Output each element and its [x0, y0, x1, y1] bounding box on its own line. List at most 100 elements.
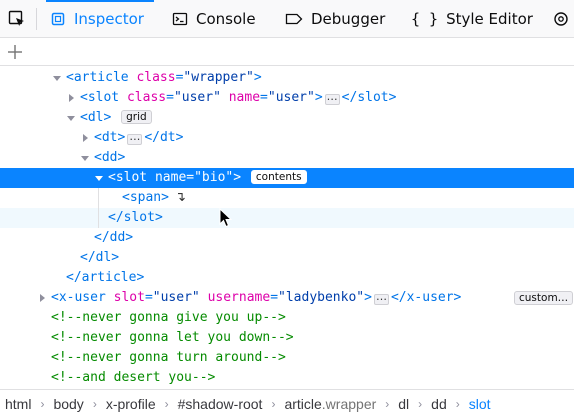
expand-ellipsis-button[interactable]: … — [127, 131, 143, 145]
attr-name: name — [228, 90, 261, 105]
tag-name: dd — [101, 150, 118, 165]
tag-name: article — [73, 70, 129, 85]
collapse-twisty-icon[interactable] — [94, 168, 104, 188]
tree-node-span[interactable]: <span> ↴ — [0, 188, 574, 208]
tab-style-editor-label: Style Editor — [446, 10, 533, 28]
breadcrumb-label: body — [53, 396, 84, 412]
tree-node-dl[interactable]: <dl> grid — [0, 108, 574, 128]
breadcrumb-label: dd — [431, 396, 447, 412]
breadcrumb-item-dl[interactable]: dl — [398, 396, 409, 412]
breadcrumb-label: x-profile — [105, 396, 156, 412]
toolbar-separator — [36, 8, 37, 30]
tree-node-dl-close[interactable]: </dl> — [0, 248, 574, 268]
tree-node-comment[interactable]: <!--never gonna give you up--> — [0, 308, 574, 328]
tree-node-slot-user[interactable]: <slot class="user" name="user">… </slot> — [0, 88, 574, 108]
element-picker-button[interactable] — [0, 0, 34, 38]
comment-text: <!--and desert you--> — [51, 370, 216, 385]
tree-node-comment[interactable]: <!--and desert you--> — [0, 368, 574, 388]
breadcrumb-item-slot[interactable]: slot — [469, 396, 491, 412]
attr-name: name — [154, 170, 187, 185]
breadcrumb-item-dd[interactable]: dd — [431, 396, 447, 412]
breadcrumb-label: html — [5, 396, 32, 412]
tree-node-comment[interactable]: <!--never gonna turn around--> — [0, 348, 574, 368]
chevron-right-icon: › — [164, 397, 169, 411]
breadcrumb-label: article — [284, 396, 322, 412]
indent-guide — [98, 188, 99, 228]
breadcrumb-class: .wrapper — [321, 396, 377, 412]
tree-node-article[interactable]: <article class="wrapper"> — [0, 68, 574, 88]
contents-badge[interactable]: contents — [250, 170, 307, 184]
expand-twisty-icon[interactable] — [37, 288, 47, 308]
attr-value: "wrapper" — [183, 70, 254, 85]
tree-node-dd[interactable]: <dd> — [0, 148, 574, 168]
tab-inspector[interactable]: Inspector — [46, 0, 154, 38]
custom-element-badge[interactable]: custom… — [514, 291, 574, 305]
comment-text: <!--never gonna turn around--> — [51, 350, 286, 365]
breadcrumb-item-article[interactable]: article.wrapper — [284, 396, 376, 412]
closing-tag: </dl> — [80, 250, 120, 265]
tag-name: <span> — [122, 190, 169, 205]
chevron-right-icon: › — [418, 397, 423, 411]
mouse-cursor-icon — [219, 208, 233, 228]
tab-console[interactable]: Console — [172, 0, 256, 38]
breadcrumb-label: #shadow-root — [177, 396, 263, 412]
collapse-twisty-icon[interactable] — [80, 148, 90, 168]
breadcrumb-item-html[interactable]: html — [5, 396, 31, 412]
element-picker-icon — [8, 10, 24, 26]
debugger-icon — [285, 12, 303, 26]
expand-ellipsis-button[interactable]: … — [373, 291, 389, 305]
tab-debugger[interactable]: Debugger — [285, 0, 385, 38]
closing-tag: </slot> — [341, 90, 397, 105]
chevron-right-icon: › — [271, 397, 276, 411]
grid-badge[interactable]: grid — [121, 110, 152, 124]
closing-tag: </dd> — [94, 230, 134, 245]
chevron-right-icon: › — [40, 397, 45, 411]
tree-node-x-user[interactable]: <x-user slot="user" username="ladybenko"… — [0, 288, 574, 308]
inspector-icon — [50, 11, 66, 27]
markup-view[interactable]: <article class="wrapper"> <slot class="u… — [0, 68, 574, 388]
attr-name: class — [126, 90, 167, 105]
expand-twisty-icon[interactable] — [66, 88, 76, 108]
closing-tag: </article> — [66, 270, 145, 285]
chevron-right-icon: › — [385, 397, 390, 411]
reveal-node-icon[interactable]: ↴ — [175, 188, 186, 208]
attr-name: class — [136, 70, 176, 85]
attr-name: username — [207, 290, 271, 305]
settings-button[interactable] — [548, 0, 574, 38]
comment-text: <!--never gonna let you down--> — [51, 330, 294, 345]
breadcrumb-label: slot — [468, 396, 491, 412]
expand-twisty-icon[interactable] — [80, 128, 90, 148]
collapse-twisty-icon[interactable] — [52, 68, 62, 88]
add-node-button[interactable] — [6, 43, 24, 61]
tree-node-article-close[interactable]: </article> — [0, 268, 574, 288]
closing-tag: </x-user> — [390, 290, 462, 305]
tag-name: x-user — [58, 290, 106, 305]
tag-name: slot — [115, 170, 148, 185]
tab-debugger-label: Debugger — [311, 10, 386, 28]
attr-value: "bio" — [194, 170, 234, 185]
chevron-right-icon: › — [92, 397, 97, 411]
tree-node-slot-bio[interactable]: <slot name="bio"> contents — [0, 168, 574, 188]
breadcrumb-item-shadow-root[interactable]: #shadow-root — [178, 396, 263, 412]
tree-node-dd-close[interactable]: </dd> — [0, 228, 574, 248]
chevron-right-icon: › — [455, 397, 460, 411]
breadcrumb-item-x-profile[interactable]: x-profile — [106, 396, 156, 412]
attr-value: "user" — [152, 290, 200, 305]
tab-console-label: Console — [196, 10, 256, 28]
breadcrumb-item-body[interactable]: body — [53, 396, 83, 412]
attr-value: "user" — [267, 90, 315, 105]
markup-toolbar — [0, 39, 574, 66]
attr-value: "ladybenko" — [278, 290, 365, 305]
tag-name: dt — [101, 130, 118, 145]
closing-tag: </dt> — [144, 130, 184, 145]
attr-name: slot — [113, 290, 145, 305]
collapse-twisty-icon[interactable] — [66, 108, 76, 128]
tree-node-comment[interactable]: <!--never gonna let you down--> — [0, 328, 574, 348]
expand-ellipsis-button[interactable]: … — [324, 91, 340, 105]
comment-text: <!--never gonna give you up--> — [51, 310, 286, 325]
tree-node-slot-close[interactable]: </slot> — [0, 208, 574, 228]
tree-node-dt[interactable]: <dt>… </dt> — [0, 128, 574, 148]
tag-name: dl — [87, 110, 104, 125]
tab-style-editor[interactable]: { } Style Editor — [411, 0, 533, 38]
console-icon — [172, 11, 188, 27]
